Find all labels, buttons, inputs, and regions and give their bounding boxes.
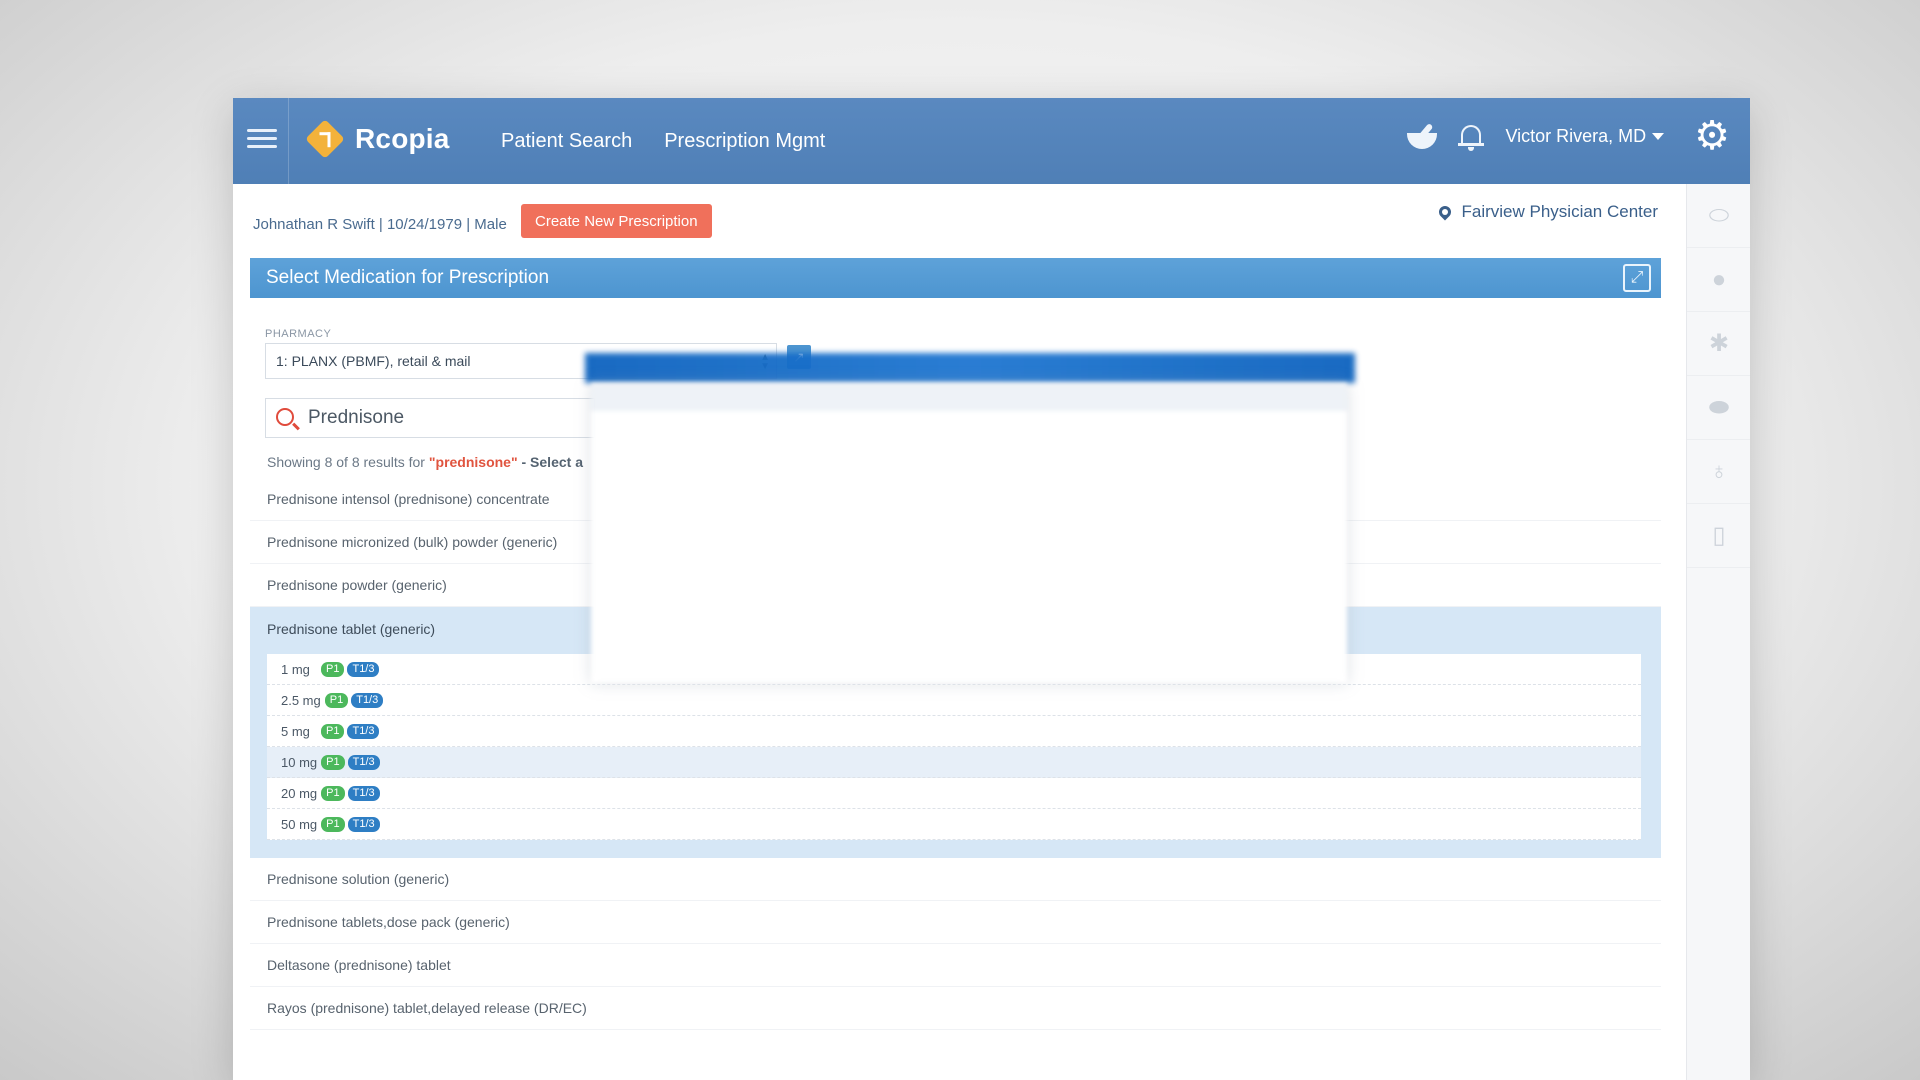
top-header: Rcopia Patient Search Prescription Mgmt … xyxy=(233,98,1750,184)
summary-term: "prednisone" xyxy=(428,454,518,470)
right-rail: ⬭ ● ✱ ⬬ ♁ ▯ xyxy=(1686,184,1750,1080)
formulary-badge: P1 xyxy=(321,816,345,832)
medication-search[interactable] xyxy=(265,398,595,438)
header-actions: Victor Rivera, MD ⚙ xyxy=(1405,116,1730,156)
strength-label: 50 mg xyxy=(281,816,318,832)
tier-badge: T1/3 xyxy=(347,661,380,677)
strength-label: 1 mg xyxy=(281,661,310,677)
result-item[interactable]: Rayos (prednisone) tablet,delayed releas… xyxy=(250,987,1661,1030)
strength-label: 5 mg xyxy=(281,723,310,739)
logo-diamond-icon xyxy=(305,119,345,159)
bell-icon[interactable] xyxy=(1457,121,1485,151)
result-item[interactable]: Prednisone tablets,dose pack (generic) xyxy=(250,901,1661,944)
result-item[interactable]: Prednisone solution (generic) xyxy=(250,858,1661,901)
strength-row[interactable]: 50 mg P1 T1/3 xyxy=(267,809,1641,840)
expand-icon[interactable]: ⤢ xyxy=(1623,264,1651,292)
tier-badge: T1/3 xyxy=(347,816,380,832)
strength-row[interactable]: 10 mg P1 T1/3 xyxy=(267,747,1641,778)
app-logo[interactable]: Rcopia xyxy=(305,119,450,159)
strength-row[interactable]: 20 mg P1 T1/3 xyxy=(267,778,1641,809)
hamburger-icon[interactable] xyxy=(247,124,277,154)
summary-prefix: Showing 8 of 8 results for xyxy=(267,454,425,470)
pills-icon[interactable]: ⬬ xyxy=(1687,376,1750,440)
nav-patient-search[interactable]: Patient Search xyxy=(501,130,632,153)
create-new-prescription-button[interactable]: Create New Prescription xyxy=(521,204,712,238)
location-name: Fairview Physician Center xyxy=(1461,202,1658,221)
practice-location[interactable]: Fairview Physician Center xyxy=(1436,202,1658,222)
strength-row[interactable]: 5 mg P1 T1/3 xyxy=(267,716,1641,747)
section-title: Select Medication for Prescription xyxy=(266,267,550,288)
popup-header-strip xyxy=(591,383,1347,411)
rcopia-app: Rcopia Patient Search Prescription Mgmt … xyxy=(233,98,1750,1080)
user-menu[interactable]: Victor Rivera, MD xyxy=(1505,126,1646,147)
formulary-badge: P1 xyxy=(321,723,345,739)
popup-titlebar xyxy=(585,353,1355,383)
formulary-badge: P1 xyxy=(321,754,345,770)
pill-icon[interactable]: ⬭ xyxy=(1687,184,1750,248)
caret-down-icon[interactable] xyxy=(1652,132,1665,140)
strength-row[interactable]: 2.5 mg P1 T1/3 xyxy=(267,685,1641,716)
main-nav: Patient Search Prescription Mgmt xyxy=(501,130,825,153)
section-header: Select Medication for Prescription ⤢ xyxy=(250,258,1661,298)
document-icon[interactable]: ▯ xyxy=(1687,504,1750,568)
tier-badge: T1/3 xyxy=(347,723,380,739)
formulary-badge: P1 xyxy=(324,692,349,708)
nav-prescription-mgmt[interactable]: Prescription Mgmt xyxy=(664,130,825,153)
stethoscope-icon[interactable]: ♁ xyxy=(1687,440,1750,504)
strength-label: 10 mg xyxy=(281,754,318,770)
user-icon[interactable]: ● xyxy=(1687,248,1750,312)
tier-badge: T1/3 xyxy=(347,785,380,801)
formulary-badge: P1 xyxy=(321,785,345,801)
tier-badge: T1/3 xyxy=(347,754,380,770)
strength-label: 2.5 mg xyxy=(281,692,321,708)
result-item[interactable]: Deltasone (prednisone) tablet xyxy=(250,944,1661,987)
pharmacy-selected-value: 1: PLANX (PBMF), retail & mail xyxy=(276,353,471,369)
mortar-pestle-icon[interactable] xyxy=(1405,121,1441,151)
search-icon xyxy=(276,408,294,426)
header-divider xyxy=(288,98,289,184)
summary-suffix: - Select a xyxy=(521,454,583,470)
brand-name: Rcopia xyxy=(355,123,450,154)
popup-panel xyxy=(591,383,1347,683)
asterisk-icon[interactable]: ✱ xyxy=(1687,312,1750,376)
tier-badge: T1/3 xyxy=(351,692,384,708)
results-summary: Showing 8 of 8 results for "prednisone" … xyxy=(267,454,583,470)
patient-info: Johnathan R Swift | 10/24/1979 | Male xyxy=(253,216,507,233)
search-input[interactable] xyxy=(308,407,578,429)
map-pin-icon xyxy=(1436,203,1454,221)
pharmacy-label: PHARMACY xyxy=(265,328,332,340)
formulary-badge: P1 xyxy=(321,661,345,677)
strength-label: 20 mg xyxy=(281,785,318,801)
gear-icon[interactable]: ⚙ xyxy=(1694,116,1730,156)
